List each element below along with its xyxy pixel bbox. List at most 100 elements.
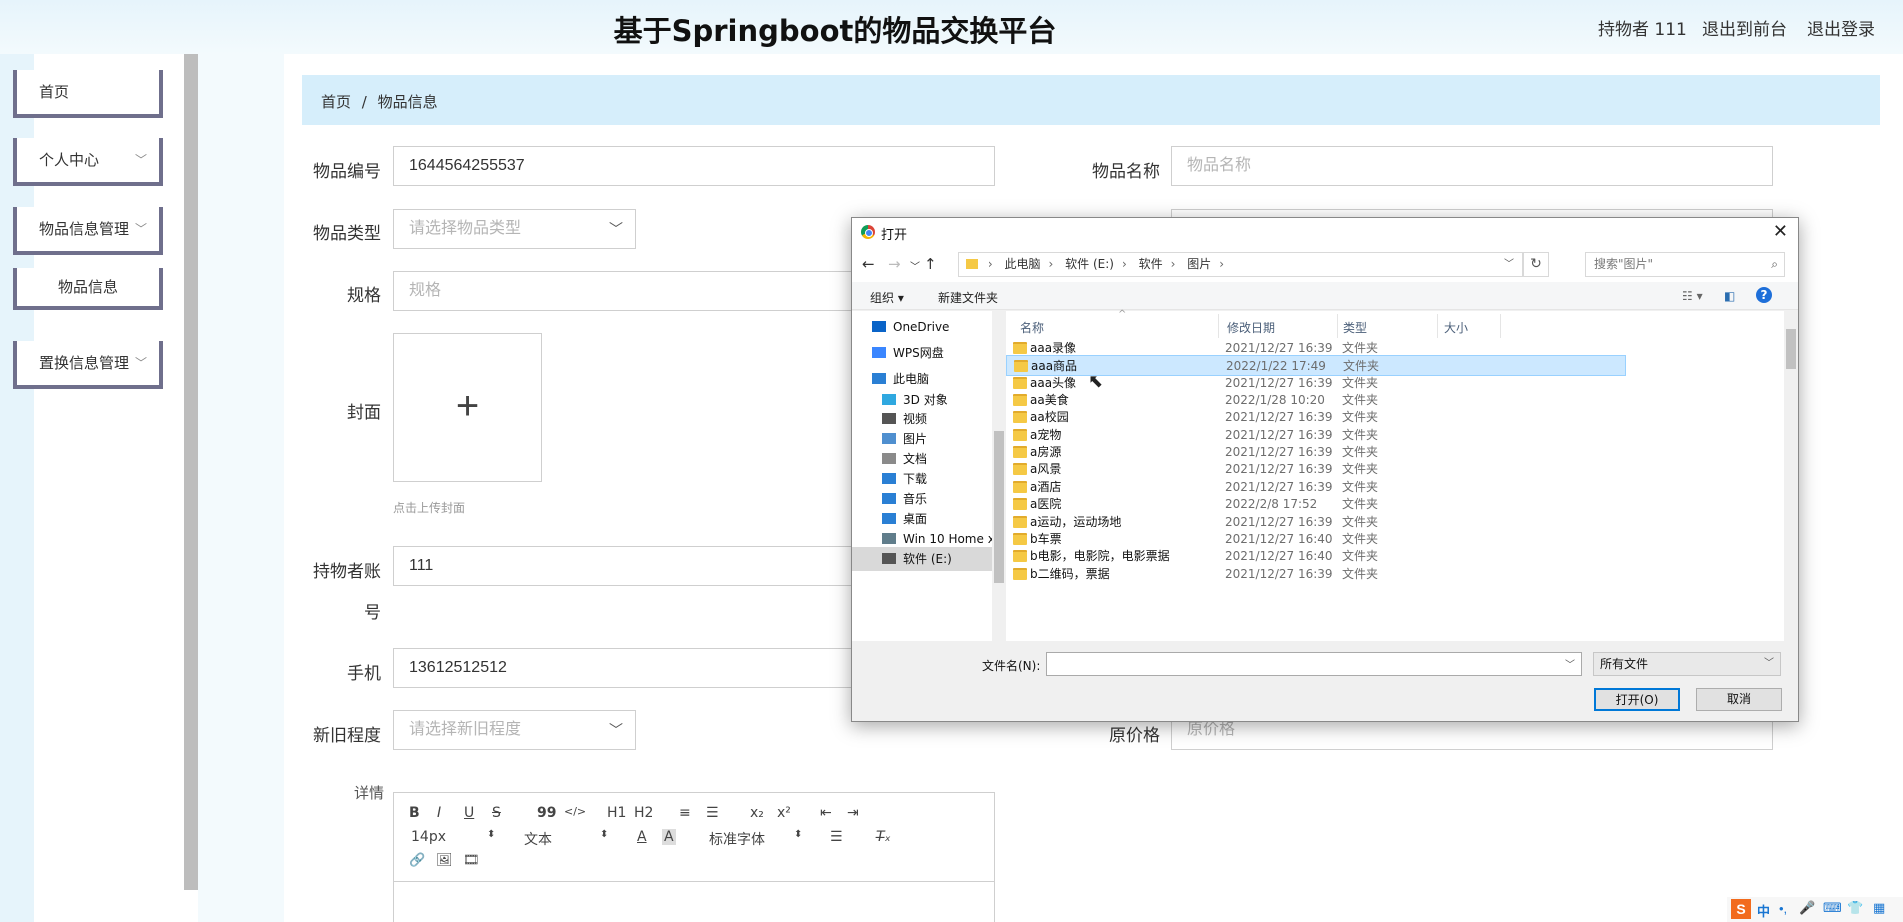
font-color-icon[interactable]: A [637,829,647,845]
filetype-select[interactable]: 所有文件 ﹀ [1593,652,1781,676]
bullet-list-button[interactable]: ☰ [706,805,719,821]
ime-mode[interactable]: 中 [1757,901,1770,920]
toolbox-icon[interactable]: ▦ [1873,900,1885,916]
column-divider[interactable] [1218,314,1219,338]
chevron-down-icon[interactable]: ﹀ [1565,656,1575,671]
search-input[interactable]: 搜索"图片" ⌕ [1585,252,1785,277]
column-header-size[interactable]: 大小 [1444,319,1468,336]
font-family-select[interactable]: 标准字体 [709,829,765,849]
microphone-icon[interactable]: 🎤 [1799,900,1815,916]
link-icon[interactable]: 🔗 [409,853,425,868]
sidebar-subitem-item-info[interactable]: 物品信息 [13,268,163,310]
search-icon: ⌕ [1771,257,1778,271]
outdent-button[interactable]: ⇤ [820,805,832,821]
path-segment[interactable]: 软件 [1139,257,1163,271]
folder-icon [1013,480,1027,493]
chevron-down-icon[interactable]: ﹀ [910,258,920,273]
filename-label: 文件名(N): [982,659,1041,673]
site-title: 基于Springboot的物品交换平台 [613,14,1057,48]
nav-item[interactable]: 软件 (E:) [852,547,992,571]
item-type-select[interactable]: 请选择物品类型 ﹀ [393,209,636,249]
sidebar-item-home[interactable]: 首页 [13,70,163,118]
sidebar-scrollbar[interactable] [184,54,198,890]
preview-pane-icon[interactable]: ◧ [1724,289,1735,303]
address-bar[interactable]: › 此电脑 › 软件 (E:) › 软件 › 图片 › ﹀ [958,252,1523,277]
filename-input[interactable]: ﹀ [1046,652,1582,676]
back-to-front-link[interactable]: 退出到前台 [1702,15,1787,40]
block-type-select[interactable]: 文本 [524,829,552,849]
path-segment[interactable]: 图片 [1187,257,1211,271]
view-options-icon[interactable]: ☷ ▾ [1682,289,1703,303]
italic-button[interactable]: I [437,805,441,821]
sidebar-item-personal-center[interactable]: 个人中心 ﹀ [13,138,163,186]
folder-icon [1013,498,1027,511]
strike-button[interactable]: S [492,805,501,821]
path-segment[interactable]: 软件 (E:) [1065,257,1114,271]
image-icon[interactable]: 🖼 [436,853,453,868]
sidebar-item-item-management[interactable]: 物品信息管理 ﹀ [13,207,163,255]
sidebar-item-label: 置换信息管理 [39,354,130,372]
bold-button[interactable]: B [409,805,420,821]
quote-button[interactable]: 99 [537,805,556,821]
sogou-s-icon[interactable]: S [1731,899,1751,919]
punctuation-icon[interactable]: •, [1779,901,1787,916]
file-date: 2021/12/27 16:39 [1225,566,1333,581]
up-arrow-icon[interactable]: ↑ [924,255,937,273]
organize-button[interactable]: 组织 ▾ [870,289,904,306]
item-type-label: 物品类型 [313,224,381,244]
open-button[interactable]: 打开(O) [1594,688,1680,711]
item-name-input[interactable]: 物品名称 [1171,146,1773,186]
forward-arrow-icon[interactable]: → [888,255,901,273]
cover-upload[interactable]: + [393,333,542,482]
column-header-type[interactable]: 类型 [1343,319,1367,336]
folder-icon [1013,342,1027,354]
column-divider[interactable] [1437,314,1438,338]
align-icon[interactable]: ☰ [830,829,843,845]
new-folder-button[interactable]: 新建文件夹 [938,289,998,306]
nav-item[interactable]: WPS网盘 [852,341,992,365]
column-header-date[interactable]: 修改日期 [1227,319,1275,336]
nav-item-icon [872,321,886,332]
breadcrumb-separator: / [361,93,367,111]
breadcrumb-home[interactable]: 首页 [321,93,351,111]
skin-icon[interactable]: 👕 [1847,900,1863,916]
nav-scrollbar[interactable] [992,311,1006,641]
subscript-button[interactable]: x₂ [750,805,764,821]
folder-icon [1013,394,1027,407]
refresh-icon[interactable]: ↻ [1523,252,1549,277]
nav-item-icon [882,513,896,524]
h2-button[interactable]: H2 [634,805,653,821]
ordered-list-button[interactable]: ≡ [679,805,691,821]
column-divider[interactable] [1337,314,1338,338]
back-arrow-icon[interactable]: ← [862,255,875,273]
clear-format-icon[interactable]: T̶ₓ [876,829,891,845]
nav-item-label: 此电脑 [893,372,930,386]
sidebar-item-exchange-management[interactable]: 置换信息管理 ﹀ [13,341,163,389]
underline-button[interactable]: U [464,805,474,821]
h1-button[interactable]: H1 [607,805,626,821]
item-no-input[interactable]: 1644564255537 [393,146,995,186]
keyboard-icon[interactable]: ⌨ [1823,900,1842,916]
condition-select[interactable]: 请选择新旧程度 ﹀ [393,710,636,750]
file-list-scrollbar[interactable] [1784,311,1798,641]
path-segment[interactable]: 此电脑 [1004,257,1040,271]
nav-item[interactable]: OneDrive [852,315,992,339]
nav-scroll-thumb[interactable] [994,431,1004,583]
rich-text-editor[interactable]: B I U S 99 </> H1 H2 ≡ ☰ x₂ x² ⇤ ⇥ 14px … [393,792,995,922]
background-color-icon[interactable]: A [662,829,676,845]
logout-link[interactable]: 退出登录 [1807,15,1875,40]
chevron-down-icon[interactable]: ﹀ [1504,253,1514,276]
cancel-button[interactable]: 取消 [1696,688,1782,711]
column-header-name[interactable]: 名称 [1020,319,1044,336]
video-icon[interactable]: 🎞 [463,853,480,868]
close-icon[interactable]: ✕ [1773,221,1788,242]
code-button[interactable]: </> [564,805,586,818]
column-divider[interactable] [1500,314,1501,338]
file-scroll-thumb[interactable] [1786,329,1796,369]
font-size-select[interactable]: 14px [411,829,446,845]
file-row[interactable]: b二维码，票据 2021/12/27 16:39 文件夹 [1006,564,1626,585]
superscript-button[interactable]: x² [777,805,791,821]
owner-label: 持物者 111 [1598,20,1687,40]
help-icon[interactable]: ? [1756,287,1772,303]
indent-button[interactable]: ⇥ [847,805,859,821]
